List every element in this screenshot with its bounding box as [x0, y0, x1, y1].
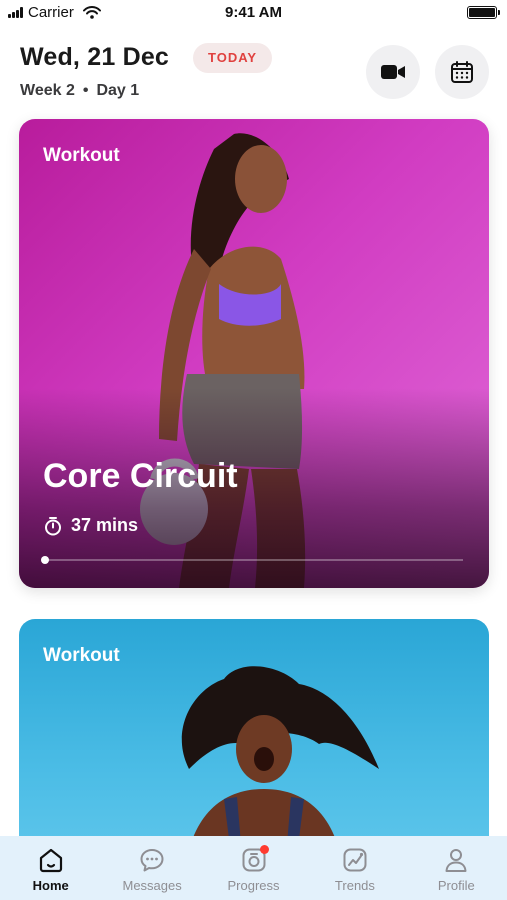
- duration-text: 37 mins: [71, 515, 139, 535]
- workout-progress-bar[interactable]: [41, 556, 463, 564]
- calendar-button[interactable]: [435, 45, 489, 99]
- profile-icon: [445, 849, 467, 872]
- stopwatch-icon: [45, 516, 61, 535]
- tab-label: Profile: [437, 878, 475, 893]
- progress-knob[interactable]: [41, 556, 49, 564]
- tab-label: Home: [32, 878, 69, 893]
- tab-label: Trends: [334, 878, 375, 893]
- status-bar: Carrier 9:41 AM: [0, 0, 507, 26]
- duration-info: 37 mins: [43, 515, 138, 536]
- battery-icon: [467, 6, 500, 19]
- tab-home[interactable]: Home: [0, 836, 101, 900]
- tab-messages[interactable]: Messages: [101, 836, 202, 900]
- today-badge[interactable]: TODAY: [193, 43, 273, 73]
- bottom-tab-bar: Home Messages Progress Trends Profile: [0, 836, 507, 900]
- tab-progress[interactable]: Progress: [203, 836, 304, 900]
- workout-card-core-circuit[interactable]: Workout Core Circuit 37 mins: [19, 119, 489, 588]
- tab-profile[interactable]: Profile: [406, 836, 507, 900]
- card-category: Workout: [43, 145, 120, 166]
- week-label: Week 2: [20, 82, 75, 99]
- status-time: 9:41 AM: [225, 4, 282, 21]
- tab-label: Progress: [227, 878, 280, 893]
- date-title: Wed, 21 Dec: [20, 43, 170, 71]
- week-day-info: Week 2 • Day 1: [20, 82, 139, 100]
- calendar-icon: [451, 61, 473, 83]
- day-label: Day 1: [96, 82, 140, 99]
- tab-label: Messages: [122, 878, 182, 893]
- tab-trends[interactable]: Trends: [304, 836, 405, 900]
- header: Wed, 21 Dec TODAY Week 2 • Day 1: [20, 40, 490, 106]
- card-category: Workout: [43, 645, 120, 666]
- video-call-button[interactable]: [366, 45, 420, 99]
- messages-icon: [140, 849, 164, 872]
- video-camera-icon: [381, 65, 405, 79]
- notification-dot: [259, 845, 269, 854]
- card-title: Core Circuit: [43, 457, 238, 495]
- trends-icon: [343, 848, 367, 872]
- progress-icon-wrap: [240, 845, 269, 874]
- separator-dot: •: [82, 82, 89, 99]
- home-icon: [39, 848, 62, 873]
